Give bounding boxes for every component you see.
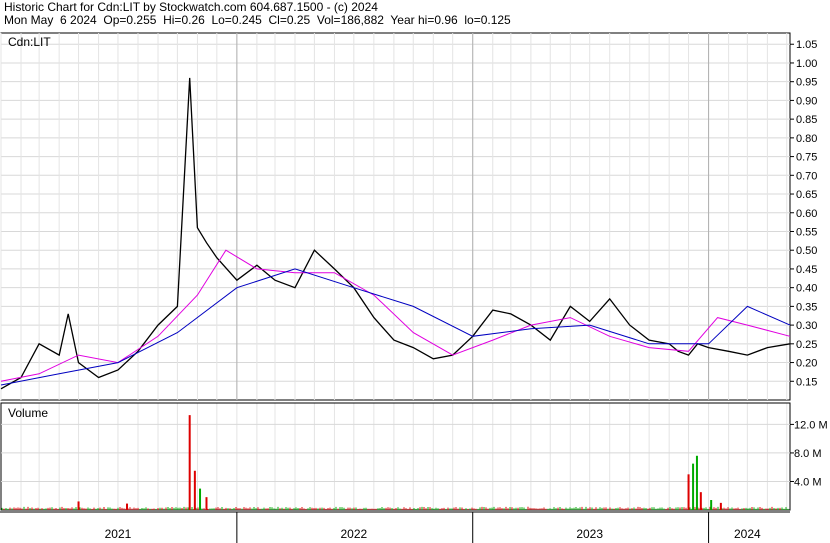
- price-tick-label: 0.70: [796, 170, 817, 182]
- volume-spike-bar: [687, 474, 690, 510]
- price-tick-label: 1.00: [796, 58, 817, 70]
- volume-tick-label: 12.0 M: [794, 419, 828, 431]
- chart-window: Historic Chart for Cdn:LIT by Stockwatch…: [0, 0, 830, 543]
- volume-spike-bar: [695, 455, 698, 510]
- time-axis-year-label: 2024: [734, 527, 761, 541]
- price-plot-frame: [0, 32, 791, 401]
- price-tick-label: 0.30: [796, 320, 817, 332]
- price-tick-label: 0.85: [796, 114, 817, 126]
- price-tick-label: 0.20: [796, 358, 817, 370]
- volume-spike-bar: [692, 463, 695, 510]
- price-tick-label: 0.45: [796, 264, 817, 276]
- volume-spike-bar: [699, 492, 702, 510]
- time-axis-year-label: 2023: [576, 527, 603, 541]
- price-tick-label: 0.65: [796, 189, 817, 201]
- volume-tick-label: 4.0 M: [794, 476, 822, 488]
- chart-svg: 0.15 0.20 0.25 0.30 0.35 0.40 0.45 0.50 0.55 0.60…: [0, 32, 828, 543]
- price-tick-label: 0.50: [796, 245, 817, 257]
- volume-panel: 4.0 M 8.0 M 12.0 M Volume: [0, 402, 828, 511]
- volume-spike-bar: [199, 488, 202, 510]
- price-tick-label: 0.55: [796, 226, 817, 238]
- time-axis-year-label: 2021: [105, 527, 132, 541]
- volume-spike-bar: [77, 501, 80, 510]
- price-tick-label: 1.05: [796, 39, 817, 51]
- price-tick-label: 0.40: [796, 283, 817, 295]
- volume-spike-bar: [193, 470, 196, 510]
- price-tick-label: 0.35: [796, 301, 817, 313]
- volume-title: Volume: [8, 406, 48, 420]
- time-axis: 2021 2022 2023 2024: [0, 511, 790, 543]
- price-tick-label: 0.90: [796, 95, 817, 107]
- volume-spike-bar: [126, 503, 129, 510]
- price-tick-label: 0.60: [796, 208, 817, 220]
- volume-spike-bar: [710, 500, 713, 510]
- price-tick-label: 0.80: [796, 133, 817, 145]
- symbol-label: Cdn:LIT: [8, 35, 51, 49]
- volume-spike-bar: [205, 497, 208, 510]
- volume-spike-bar: [719, 502, 722, 510]
- volume-plot-frame: [0, 402, 791, 511]
- price-tick-label: 0.25: [796, 339, 817, 351]
- price-tick-label: 0.75: [796, 152, 817, 164]
- price-tick-label: 0.15: [796, 376, 817, 388]
- price-tick-label: 0.95: [796, 77, 817, 89]
- volume-tick-label: 8.0 M: [794, 448, 822, 460]
- price-panel: 0.15 0.20 0.25 0.30 0.35 0.40 0.45 0.50 0.55 0.60…: [0, 32, 817, 510]
- time-axis-year-label: 2022: [340, 527, 367, 541]
- volume-spike-bar: [188, 415, 191, 510]
